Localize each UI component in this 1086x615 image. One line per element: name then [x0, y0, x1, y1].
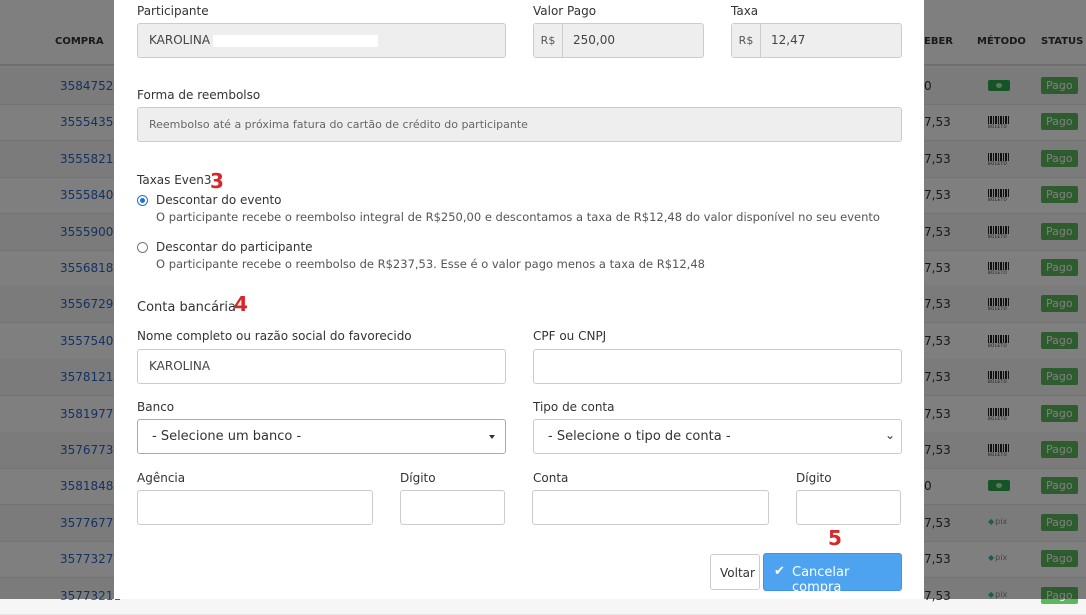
taxa-field: R$ 12,47: [731, 23, 902, 58]
tipo-conta-select[interactable]: - Selecione o tipo de conta - ⌄: [533, 419, 902, 454]
tipo-conta-label: Tipo de conta: [533, 400, 615, 414]
agencia-input[interactable]: [137, 490, 373, 525]
nome-input[interactable]: KAROLINA: [137, 349, 506, 384]
participante-value: KAROLINA: [149, 33, 211, 47]
refund-modal: Participante KAROLINA Valor Pago R$ 250,…: [114, 0, 924, 599]
digito-conta-input[interactable]: [796, 490, 901, 525]
nome-label: Nome completo ou razão social do favorec…: [137, 329, 412, 343]
step-marker-5: 5: [828, 526, 842, 550]
banco-label: Banco: [137, 400, 175, 414]
valor-pago-value: 250,00: [573, 33, 615, 47]
option-descontar-evento-label[interactable]: Descontar do evento: [156, 193, 282, 207]
banco-value: - Selecione um banco -: [152, 429, 302, 444]
cancelar-compra-button[interactable]: ✔ Cancelar compra: [763, 553, 902, 595]
digito-conta-label: Dígito: [796, 471, 832, 485]
forma-reembolso-label: Forma de reembolso: [137, 88, 261, 102]
valor-pago-label: Valor Pago: [533, 4, 597, 18]
taxas-label: Taxas Even3: [137, 173, 212, 187]
option-descontar-participante-label[interactable]: Descontar do participante: [156, 240, 313, 254]
radio-descontar-evento[interactable]: [137, 195, 148, 206]
currency-addon: R$: [534, 24, 563, 57]
check-icon: ✔: [774, 564, 785, 579]
digito-agencia-input[interactable]: [400, 490, 505, 525]
tipo-conta-value: - Selecione o tipo de conta -: [548, 429, 731, 444]
currency-addon: R$: [732, 24, 761, 57]
taxa-value: 12,47: [771, 33, 806, 47]
taxa-label: Taxa: [731, 4, 759, 18]
redaction-mark: [213, 35, 378, 47]
forma-reembolso-field: Reembolso até a próxima fatura do cartão…: [137, 107, 902, 142]
voltar-button-label: Voltar: [720, 566, 755, 580]
chevron-down-icon: ⌄: [884, 428, 895, 442]
banco-select[interactable]: - Selecione um banco -: [137, 419, 506, 454]
option-descontar-participante-desc: O participante recebe o reembolso de R$2…: [156, 257, 705, 271]
caret-down-icon: [489, 435, 495, 439]
step-marker-4: 4: [234, 292, 248, 316]
conta-bancaria-label: Conta bancária: [137, 300, 236, 315]
conta-input[interactable]: [532, 490, 769, 525]
forma-reembolso-value: Reembolso até a próxima fatura do cartão…: [149, 118, 528, 131]
digito-agencia-label: Dígito: [400, 471, 436, 485]
conta-label: Conta: [533, 471, 569, 485]
nome-value: KAROLINA: [149, 359, 211, 373]
participante-field: KAROLINA: [137, 23, 506, 58]
cancelar-compra-label: Cancelar compra: [792, 565, 850, 595]
cpf-input[interactable]: [533, 349, 902, 384]
option-descontar-evento-desc: O participante recebe o reembolso integr…: [156, 210, 880, 224]
voltar-button[interactable]: Voltar: [710, 554, 760, 590]
agencia-label: Agência: [137, 471, 186, 485]
cpf-label: CPF ou CNPJ: [533, 329, 607, 343]
radio-descontar-participante[interactable]: [137, 242, 148, 253]
step-marker-3: 3: [210, 169, 224, 193]
participante-label: Participante: [137, 4, 209, 18]
valor-pago-field: R$ 250,00: [533, 23, 704, 58]
